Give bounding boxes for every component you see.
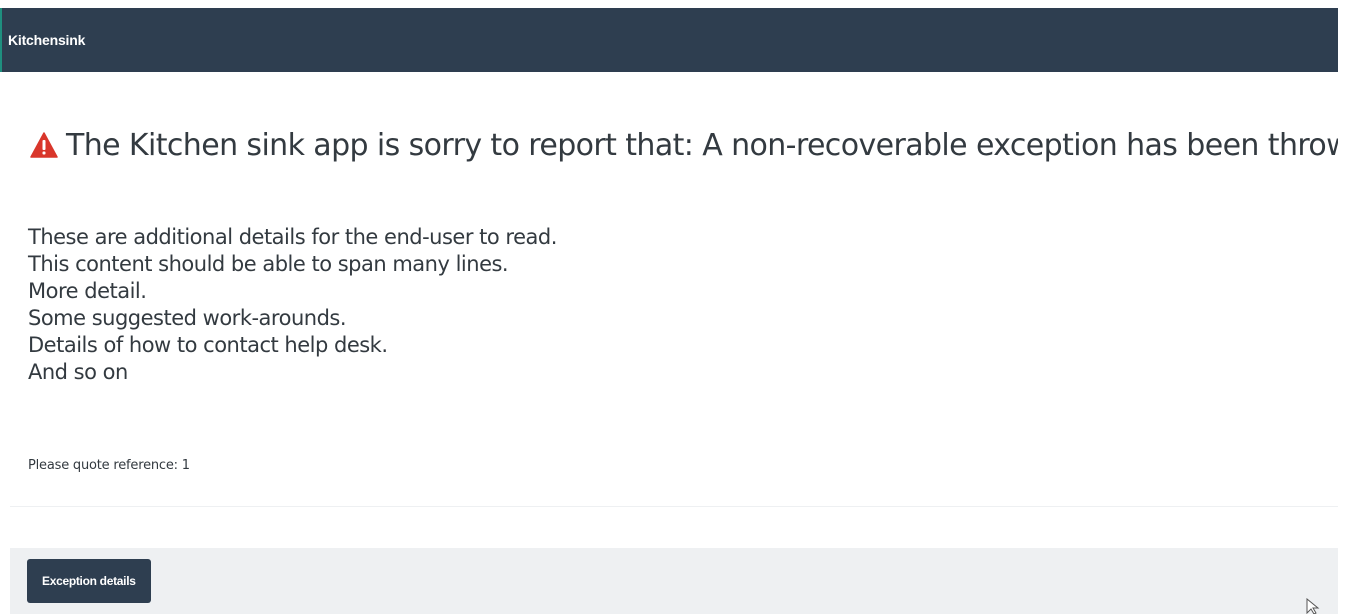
page: Kitchensink The Kitchen sink app is sorr…: [0, 0, 1352, 614]
detail-line: Some suggested work-arounds.: [28, 306, 347, 330]
detail-line: Details of how to contact help desk.: [28, 333, 388, 357]
detail-line: And so on: [28, 360, 128, 384]
footer-bar: Exception details: [10, 548, 1338, 614]
error-headline-text: The Kitchen sink app is sorry to report …: [66, 128, 1338, 163]
top-strip: [0, 0, 1338, 8]
detail-line: This content should be able to span many…: [28, 252, 509, 276]
app-brand[interactable]: Kitchensink: [8, 32, 85, 48]
error-details: These are additional details for the end…: [28, 224, 557, 386]
mouse-pointer-icon: [1306, 598, 1320, 614]
error-headline: The Kitchen sink app is sorry to report …: [30, 128, 1338, 163]
warning-triangle-icon: [30, 132, 58, 158]
error-panel: The Kitchen sink app is sorry to report …: [10, 88, 1338, 507]
reference-text: Please quote reference: 1: [28, 458, 190, 473]
navbar: Kitchensink: [0, 8, 1338, 72]
detail-line: More detail.: [28, 279, 147, 303]
exception-details-button[interactable]: Exception details: [27, 559, 151, 603]
detail-line: These are additional details for the end…: [28, 225, 557, 249]
